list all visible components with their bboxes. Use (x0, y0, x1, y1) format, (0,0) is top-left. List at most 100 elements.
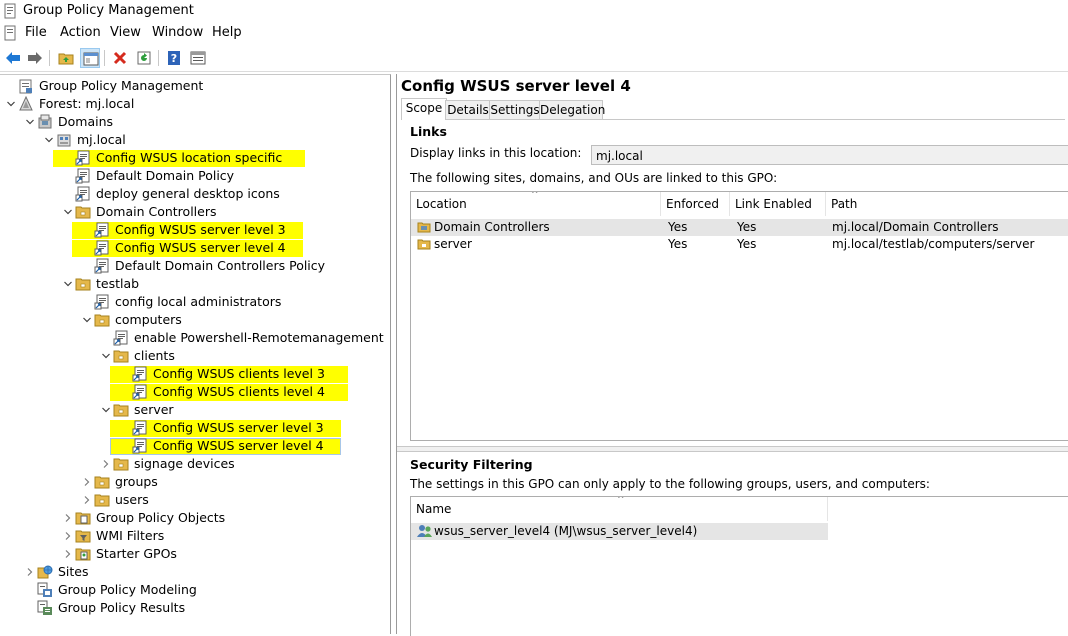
tree-node-forest-mj-local[interactable]: Forest: mj.local (0, 95, 388, 113)
tab-delegation[interactable]: Delegation (539, 100, 605, 119)
pane-splitter[interactable] (397, 446, 1068, 452)
link-path: mj.local/Domain Controllers (832, 220, 999, 234)
tree-node-default-domain-policy[interactable]: Default Domain Policy (0, 167, 388, 185)
tree-node-label: Group Policy Management (39, 78, 204, 93)
tree-node-testlab[interactable]: testlab (0, 275, 388, 293)
tree-node-default-domain-controllers-policy[interactable]: Default Domain Controllers Policy (0, 257, 388, 275)
refresh-icon[interactable] (134, 48, 154, 68)
back-arrow-icon[interactable] (3, 48, 23, 68)
tree-node-groups[interactable]: groups (0, 473, 388, 491)
title-bar: Group Policy Management (0, 0, 1068, 22)
menu-view[interactable]: View (110, 25, 141, 40)
tree-node-enable-powershell-remotemanagement[interactable]: enable Powershell-Remotemanagement (0, 329, 388, 347)
chevron-down-icon[interactable] (63, 203, 73, 221)
location-dropdown[interactable]: mj.local (591, 145, 1068, 165)
chevron-down-icon[interactable] (6, 95, 16, 113)
column-name[interactable]: Name (411, 497, 828, 521)
ou-folder-icon (417, 239, 431, 250)
chevron-down-icon[interactable] (44, 131, 54, 149)
column-link-enabled[interactable]: Link Enabled (730, 192, 826, 216)
chevron-right-icon[interactable] (25, 563, 35, 581)
menu-window[interactable]: Window (152, 25, 203, 40)
chevron-right-icon[interactable] (101, 455, 111, 473)
document-icon[interactable] (4, 25, 18, 41)
tree-node-mj-local[interactable]: mj.local (0, 131, 388, 149)
table-row[interactable]: wsus_server_level4 (MJ\wsus_server_level… (411, 523, 828, 540)
chevron-right-icon[interactable] (82, 473, 92, 491)
display-links-label: Display links in this location: (410, 146, 582, 160)
console-tree[interactable]: Group Policy Management Forest: mj.local D… (0, 74, 391, 634)
tree-node-config-wsus-clients-level-4[interactable]: Config WSUS clients level 4 (0, 383, 388, 401)
menu-help[interactable]: Help (212, 25, 242, 40)
tree-node-label: computers (115, 312, 182, 327)
tab-details[interactable]: Details (445, 100, 491, 119)
tree-node-label: Default Domain Policy (96, 168, 235, 183)
tree-node-domains[interactable]: Domains (0, 113, 388, 131)
tree-node-sites[interactable]: Sites (0, 563, 388, 581)
menu-action[interactable]: Action (60, 25, 101, 40)
tree-node-group-policy-management[interactable]: Group Policy Management (0, 77, 388, 95)
tree-node-config-wsus-server-level-3[interactable]: Config WSUS server level 3 (0, 419, 388, 437)
modeling-icon (37, 582, 53, 598)
tree-node-wmi-filters[interactable]: WMI Filters (0, 527, 388, 545)
security-filtering-heading: Security Filtering (410, 457, 533, 472)
tree-node-computers[interactable]: computers (0, 311, 388, 329)
svg-text:?: ? (171, 52, 177, 65)
tree-node-config-wsus-clients-level-3[interactable]: Config WSUS clients level 3 (0, 365, 388, 383)
window-title: Group Policy Management (23, 3, 194, 18)
tree-node-server[interactable]: server (0, 401, 388, 419)
tab-scope[interactable]: Scope (401, 98, 447, 120)
tree-node-label: Config WSUS location specific (96, 150, 283, 165)
chevron-right-icon[interactable] (63, 527, 73, 545)
tree-node-starter-gpos[interactable]: Starter GPOs (0, 545, 388, 563)
chevron-right-icon[interactable] (82, 491, 92, 509)
tree-node-deploy-general-desktop-icons[interactable]: deploy general desktop icons (0, 185, 388, 203)
tree-node-group-policy-results[interactable]: Group Policy Results (0, 599, 388, 617)
tree-node-config-wsus-server-level-4[interactable]: Config WSUS server level 4 (0, 437, 388, 455)
ou-folder-icon (113, 402, 129, 418)
column-location[interactable]: Location (411, 192, 661, 216)
tree-node-config-wsus-location-specific[interactable]: Config WSUS location specific (0, 149, 388, 167)
column-enforced[interactable]: Enforced (661, 192, 730, 216)
up-folder-icon[interactable] (56, 48, 76, 68)
tree-node-label: Config WSUS server level 3 (153, 420, 324, 435)
gpo-link-icon (94, 222, 110, 238)
tree-node-config-wsus-server-level-4[interactable]: Config WSUS server level 4 (0, 239, 388, 257)
tree-node-label: enable Powershell-Remotemanagement (134, 330, 384, 345)
show-hide-tree-icon[interactable] (80, 48, 100, 68)
links-list[interactable]: ^ Location Enforced Link Enabled Path Do… (410, 191, 1068, 441)
table-row[interactable]: Domain Controllers Yes Yes mj.local/Doma… (411, 219, 1068, 236)
tab-settings[interactable]: Settings (489, 100, 541, 119)
tree-node-domain-controllers[interactable]: Domain Controllers (0, 203, 388, 221)
chevron-down-icon[interactable] (82, 311, 92, 329)
column-path[interactable]: Path (826, 192, 1068, 216)
ou-folder-icon (75, 204, 91, 220)
menu-file[interactable]: File (25, 25, 47, 40)
forward-arrow-icon[interactable] (25, 48, 45, 68)
group-icon (417, 525, 432, 537)
ou-folder-icon (113, 348, 129, 364)
chevron-right-icon[interactable] (63, 545, 73, 563)
tree-node-group-policy-objects[interactable]: Group Policy Objects (0, 509, 388, 527)
domain-icon (56, 132, 72, 148)
security-filtering-list[interactable]: ^ Name wsus_server_level4 (MJ\wsus_serve… (410, 496, 1068, 636)
delete-icon[interactable] (110, 48, 130, 68)
tree-node-config-local-administrators[interactable]: config local administrators (0, 293, 388, 311)
chevron-down-icon[interactable] (101, 347, 111, 365)
chevron-down-icon[interactable] (25, 113, 35, 131)
tree-node-label: Group Policy Modeling (58, 582, 197, 597)
toolbar: ? (0, 45, 1068, 72)
tree-node-clients[interactable]: clients (0, 347, 388, 365)
tree-node-config-wsus-server-level-3[interactable]: Config WSUS server level 3 (0, 221, 388, 239)
tree-node-group-policy-modeling[interactable]: Group Policy Modeling (0, 581, 388, 599)
tree-node-label: Sites (58, 564, 89, 579)
tree-node-label: deploy general desktop icons (96, 186, 280, 201)
tree-node-users[interactable]: users (0, 491, 388, 509)
tree-node-signage-devices[interactable]: signage devices (0, 455, 388, 473)
chevron-down-icon[interactable] (63, 275, 73, 293)
help-icon[interactable]: ? (164, 48, 184, 68)
chevron-right-icon[interactable] (63, 509, 73, 527)
table-row[interactable]: server Yes Yes mj.local/testlab/computer… (411, 236, 1068, 253)
chevron-down-icon[interactable] (101, 401, 111, 419)
properties-icon[interactable] (188, 48, 208, 68)
